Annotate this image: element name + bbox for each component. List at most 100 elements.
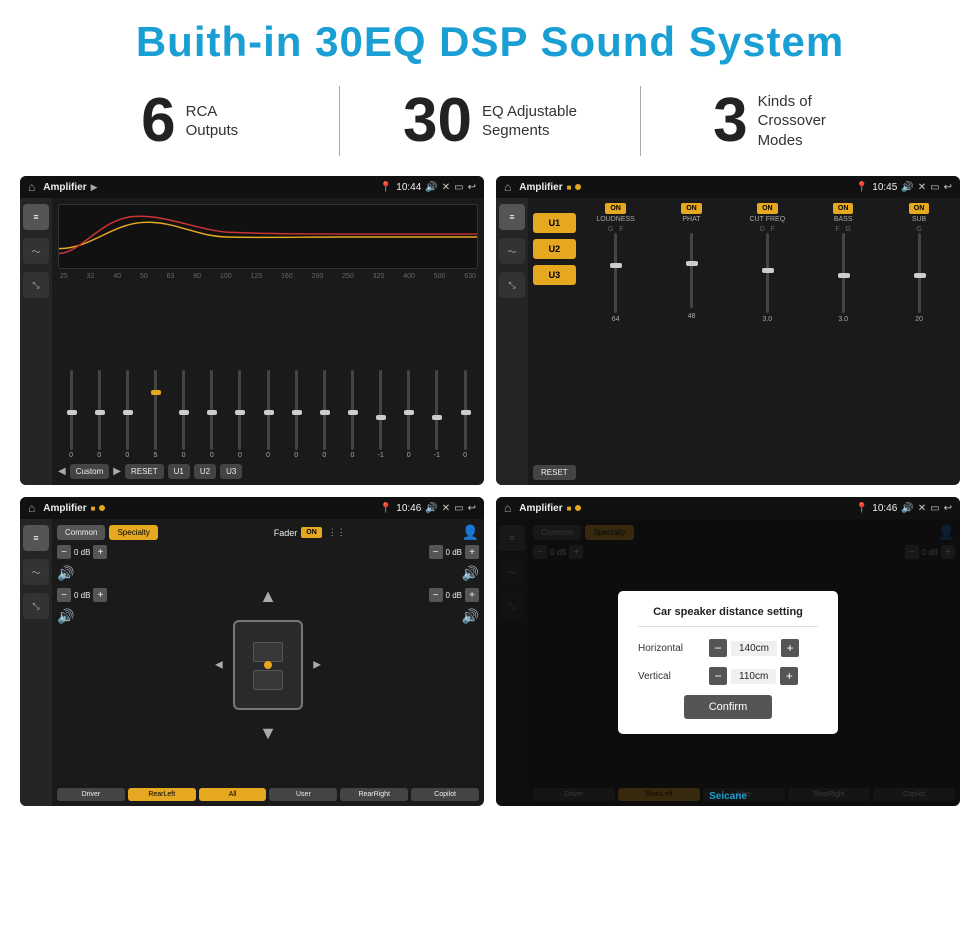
next-button[interactable]: ▶ — [113, 466, 121, 477]
rearright-btn-bl[interactable]: RearRight — [340, 788, 408, 801]
amp-cutfreq-col: ON CUT FREQ G F 3.0 — [731, 203, 803, 480]
reset-button-tl[interactable]: RESET — [125, 464, 164, 479]
eq-slider-6[interactable]: 0 — [227, 370, 253, 459]
eq-tab-arrow[interactable]: ⤡ — [23, 272, 49, 298]
watermark: Seicane — [709, 791, 747, 802]
eq-tab-wave[interactable]: 〜 — [23, 238, 49, 264]
all-btn-bl[interactable]: All — [199, 788, 267, 801]
u3-button-tl[interactable]: U3 — [220, 464, 242, 479]
volume-icon-tr: 🔊 — [901, 182, 913, 193]
eq-slider-0[interactable]: 0 — [58, 370, 84, 459]
home-icon-br[interactable]: ⌂ — [504, 501, 511, 515]
sub-slider[interactable] — [918, 233, 921, 313]
sub-on[interactable]: ON — [909, 203, 930, 214]
u1-button-tl[interactable]: U1 — [168, 464, 190, 479]
phat-on[interactable]: ON — [681, 203, 702, 214]
right-arrow-icon: ▶ — [313, 659, 321, 670]
eq-slider-2[interactable]: 0 — [114, 370, 140, 459]
u2-btn-tr[interactable]: U2 — [533, 239, 576, 259]
db-value-2: 0 dB — [446, 548, 462, 557]
eq-slider-10[interactable]: 0 — [339, 370, 365, 459]
cutfreq-slider[interactable] — [766, 233, 769, 313]
db-plus-0[interactable]: + — [93, 545, 107, 559]
eq-slider-12[interactable]: 0 — [396, 370, 422, 459]
u1-btn-tr[interactable]: U1 — [533, 213, 576, 233]
amp-tab-wave[interactable]: 〜 — [499, 238, 525, 264]
vertical-label: Vertical — [638, 671, 703, 682]
amp-phat-col: ON PHAT 48 — [656, 203, 728, 480]
horizontal-minus-btn[interactable]: − — [709, 639, 727, 657]
sub-label: SUB — [912, 216, 926, 223]
specialty-tab-bl[interactable]: Specialty — [109, 525, 157, 540]
eq-freq-labels: 253240506380100125160200250320400500630 — [58, 273, 478, 280]
app-title-bl: Amplifier — [43, 503, 86, 514]
amp-sub-col: ON SUB G 20 — [883, 203, 955, 480]
fader-on-btn[interactable]: ON — [301, 527, 322, 538]
app-title-tr: Amplifier — [519, 182, 562, 193]
fader-tab-wave[interactable]: 〜 — [23, 559, 49, 585]
db-minus-3[interactable]: − — [429, 588, 443, 602]
copilot-btn-bl[interactable]: Copilot — [411, 788, 479, 801]
reset-btn-tr[interactable]: RESET — [533, 465, 576, 480]
vertical-plus-btn[interactable]: + — [780, 667, 798, 685]
fader-label: Fader — [274, 528, 298, 538]
db-row-3: − 0 dB + — [429, 588, 479, 602]
eq-slider-11[interactable]: -1 — [368, 370, 394, 459]
db-minus-1[interactable]: − — [57, 588, 71, 602]
home-icon-tr[interactable]: ⌂ — [504, 180, 511, 194]
home-icon-tl[interactable]: ⌂ — [28, 180, 35, 194]
front-seat — [253, 642, 283, 662]
amp-panel-content: ≡ 〜 ⤡ U1 U2 U3 RESET ON LOUDNESS G F — [496, 198, 960, 485]
eq-slider-1[interactable]: 0 — [86, 370, 112, 459]
amp-tab-eq[interactable]: ≡ — [499, 204, 525, 230]
db-plus-3[interactable]: + — [465, 588, 479, 602]
eq-slider-9[interactable]: 0 — [311, 370, 337, 459]
fader-sliders-icon: ⋮⋮ — [328, 527, 346, 538]
prev-button[interactable]: ◀ — [58, 466, 66, 477]
db-plus-1[interactable]: + — [93, 588, 107, 602]
loudness-on[interactable]: ON — [605, 203, 626, 214]
stat-crossover-number: 3 — [713, 90, 747, 152]
eq-slider-3[interactable]: 5 — [142, 370, 168, 459]
fader-panel-content: ≡ 〜 ⤡ Common Specialty Fader ON ⋮⋮ 👤 — [20, 519, 484, 806]
db-plus-2[interactable]: + — [465, 545, 479, 559]
eq-slider-13[interactable]: -1 — [424, 370, 450, 459]
u2-button-tl[interactable]: U2 — [194, 464, 216, 479]
eq-tab-eq[interactable]: ≡ — [23, 204, 49, 230]
screens-grid: ⌂ Amplifier ▶ 📍 10:44 🔊 ✕ ▭ ↩ ≡ 〜 ⤡ — [0, 176, 980, 816]
phat-slider-1[interactable] — [690, 233, 693, 308]
dot-icon-bl — [99, 505, 105, 511]
horizontal-ctrl: − 140cm + — [709, 639, 799, 657]
custom-button[interactable]: Custom — [70, 464, 110, 479]
fader-tab-eq[interactable]: ≡ — [23, 525, 49, 551]
eq-slider-8[interactable]: 0 — [283, 370, 309, 459]
close-icon-bl: ✕ — [442, 503, 450, 514]
cutfreq-on[interactable]: ON — [757, 203, 778, 214]
driver-btn-bl[interactable]: Driver — [57, 788, 125, 801]
common-tab-bl[interactable]: Common — [57, 525, 105, 540]
fader-main-area: Common Specialty Fader ON ⋮⋮ 👤 − 0 dB + — [52, 519, 484, 806]
fader-side-tabs: ≡ 〜 ⤡ — [20, 519, 52, 806]
fader-tab-arrow[interactable]: ⤡ — [23, 593, 49, 619]
vertical-minus-btn[interactable]: − — [709, 667, 727, 685]
home-icon-bl[interactable]: ⌂ — [28, 501, 35, 515]
amp-tab-arrow[interactable]: ⤡ — [499, 272, 525, 298]
eq-slider-7[interactable]: 0 — [255, 370, 281, 459]
rearleft-btn-bl[interactable]: RearLeft — [128, 788, 196, 801]
eq-slider-14[interactable]: 0 — [452, 370, 478, 459]
bass-on[interactable]: ON — [833, 203, 854, 214]
back-icon-bl: ↩ — [468, 503, 476, 514]
user-btn-bl[interactable]: User — [269, 788, 337, 801]
bass-slider[interactable] — [842, 233, 845, 313]
stat-divider-1 — [339, 86, 340, 156]
u3-btn-tr[interactable]: U3 — [533, 265, 576, 285]
dialog-horizontal-row: Horizontal − 140cm + — [638, 639, 818, 657]
db-value-0: 0 dB — [74, 548, 90, 557]
db-minus-2[interactable]: − — [429, 545, 443, 559]
horizontal-plus-btn[interactable]: + — [781, 639, 799, 657]
eq-slider-5[interactable]: 0 — [199, 370, 225, 459]
loudness-slider[interactable] — [614, 233, 617, 313]
eq-slider-4[interactable]: 0 — [171, 370, 197, 459]
db-minus-0[interactable]: − — [57, 545, 71, 559]
confirm-button[interactable]: Confirm — [684, 695, 773, 719]
